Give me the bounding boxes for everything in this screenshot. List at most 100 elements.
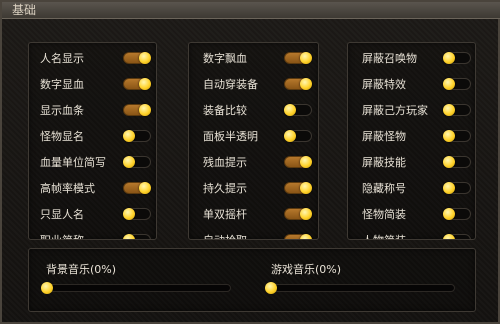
setting-row: 数字显血 bbox=[29, 71, 156, 97]
setting-row: 单双摇杆 bbox=[189, 201, 318, 227]
setting-label: 隐藏称号 bbox=[362, 182, 406, 195]
bgm-volume-slider[interactable] bbox=[41, 282, 231, 294]
setting-toggle[interactable] bbox=[284, 104, 312, 116]
setting-row: 血量单位简写 bbox=[29, 149, 156, 175]
setting-label: 高帧率模式 bbox=[40, 182, 95, 195]
setting-row: 只显人名 bbox=[29, 201, 156, 227]
setting-toggle[interactable] bbox=[123, 234, 151, 239]
toggle-knob bbox=[443, 130, 455, 142]
toggle-knob bbox=[284, 104, 296, 116]
setting-row: 面板半透明 bbox=[189, 123, 318, 149]
setting-label: 人物简装 bbox=[362, 232, 406, 239]
toggle-knob bbox=[300, 234, 312, 239]
setting-label: 自动拾取 bbox=[203, 232, 247, 239]
toggle-knob bbox=[123, 208, 135, 220]
toggle-knob bbox=[139, 182, 151, 194]
game-volume-label: 游戏音乐(0%) bbox=[271, 263, 342, 276]
setting-row: 数字飘血 bbox=[189, 45, 318, 71]
toggle-knob bbox=[300, 52, 312, 64]
setting-toggle[interactable] bbox=[443, 104, 471, 116]
setting-label: 怪物显名 bbox=[40, 130, 84, 143]
setting-label: 怪物简装 bbox=[362, 208, 406, 221]
setting-toggle[interactable] bbox=[284, 208, 312, 220]
settings-column-3: 屏蔽召唤物屏蔽特效屏蔽己方玩家屏蔽怪物屏蔽技能隐藏称号怪物简装人物简装 bbox=[347, 42, 476, 240]
setting-label: 单双摇杆 bbox=[203, 208, 247, 221]
setting-toggle[interactable] bbox=[284, 234, 312, 239]
setting-toggle[interactable] bbox=[123, 78, 151, 90]
setting-row: 装备比较 bbox=[189, 97, 318, 123]
setting-label: 屏蔽召唤物 bbox=[362, 52, 417, 65]
setting-toggle[interactable] bbox=[123, 104, 151, 116]
setting-toggle[interactable] bbox=[443, 208, 471, 220]
setting-toggle[interactable] bbox=[123, 52, 151, 64]
setting-label: 残血提示 bbox=[203, 156, 247, 169]
toggle-knob bbox=[139, 104, 151, 116]
settings-window: 基础 人名显示数字显血显示血条怪物显名血量单位简写高帧率模式只显人名职业简称 数… bbox=[0, 0, 500, 324]
toggle-knob bbox=[443, 78, 455, 90]
setting-toggle[interactable] bbox=[123, 156, 151, 168]
setting-label: 屏蔽怪物 bbox=[362, 130, 406, 143]
setting-row: 屏蔽己方玩家 bbox=[348, 97, 475, 123]
setting-row: 人名显示 bbox=[29, 45, 156, 71]
setting-row: 屏蔽怪物 bbox=[348, 123, 475, 149]
title-bar: 基础 bbox=[2, 2, 500, 19]
toggle-knob bbox=[300, 208, 312, 220]
setting-label: 血量单位简写 bbox=[40, 156, 106, 169]
setting-toggle[interactable] bbox=[123, 130, 151, 142]
setting-label: 职业简称 bbox=[40, 232, 84, 239]
toggle-knob bbox=[443, 182, 455, 194]
setting-row: 持久提示 bbox=[189, 175, 318, 201]
window-title: 基础 bbox=[12, 3, 37, 17]
setting-row: 自动拾取 bbox=[189, 227, 318, 239]
setting-row: 屏蔽技能 bbox=[348, 149, 475, 175]
setting-toggle[interactable] bbox=[443, 234, 471, 239]
setting-row: 人物简装 bbox=[348, 227, 475, 239]
setting-row: 怪物简装 bbox=[348, 201, 475, 227]
toggle-knob bbox=[123, 156, 135, 168]
toggle-knob bbox=[443, 234, 455, 239]
toggle-knob bbox=[284, 130, 296, 142]
setting-toggle[interactable] bbox=[443, 156, 471, 168]
setting-row: 高帧率模式 bbox=[29, 175, 156, 201]
setting-label: 持久提示 bbox=[203, 182, 247, 195]
bgm-volume-knob[interactable] bbox=[41, 282, 53, 294]
setting-toggle[interactable] bbox=[443, 130, 471, 142]
setting-label: 自动穿装备 bbox=[203, 78, 258, 91]
setting-row: 隐藏称号 bbox=[348, 175, 475, 201]
setting-toggle[interactable] bbox=[123, 208, 151, 220]
toggle-knob bbox=[443, 208, 455, 220]
setting-row: 怪物显名 bbox=[29, 123, 156, 149]
toggle-knob bbox=[300, 156, 312, 168]
setting-row: 职业简称 bbox=[29, 227, 156, 239]
settings-column-1: 人名显示数字显血显示血条怪物显名血量单位简写高帧率模式只显人名职业简称 bbox=[28, 42, 157, 240]
setting-label: 屏蔽己方玩家 bbox=[362, 104, 428, 117]
setting-label: 显示血条 bbox=[40, 104, 84, 117]
setting-label: 屏蔽技能 bbox=[362, 156, 406, 169]
setting-toggle[interactable] bbox=[443, 52, 471, 64]
audio-panel: 背景音乐(0%) 游戏音乐(0%) bbox=[28, 248, 476, 312]
toggle-knob bbox=[123, 234, 135, 239]
setting-toggle[interactable] bbox=[284, 78, 312, 90]
game-volume-knob[interactable] bbox=[265, 282, 277, 294]
toggle-knob bbox=[443, 156, 455, 168]
toggle-knob bbox=[139, 78, 151, 90]
setting-toggle[interactable] bbox=[123, 182, 151, 194]
setting-label: 面板半透明 bbox=[203, 130, 258, 143]
setting-label: 数字飘血 bbox=[203, 52, 247, 65]
setting-toggle[interactable] bbox=[443, 182, 471, 194]
setting-row: 屏蔽特效 bbox=[348, 71, 475, 97]
setting-toggle[interactable] bbox=[443, 78, 471, 90]
toggle-knob bbox=[123, 130, 135, 142]
setting-row: 屏蔽召唤物 bbox=[348, 45, 475, 71]
setting-label: 装备比较 bbox=[203, 104, 247, 117]
setting-row: 自动穿装备 bbox=[189, 71, 318, 97]
setting-label: 人名显示 bbox=[40, 52, 84, 65]
setting-label: 数字显血 bbox=[40, 78, 84, 91]
setting-toggle[interactable] bbox=[284, 130, 312, 142]
setting-toggle[interactable] bbox=[284, 52, 312, 64]
setting-toggle[interactable] bbox=[284, 182, 312, 194]
toggle-knob bbox=[443, 104, 455, 116]
setting-toggle[interactable] bbox=[284, 156, 312, 168]
game-volume-slider[interactable] bbox=[265, 282, 455, 294]
bgm-volume-label: 背景音乐(0%) bbox=[46, 263, 117, 276]
